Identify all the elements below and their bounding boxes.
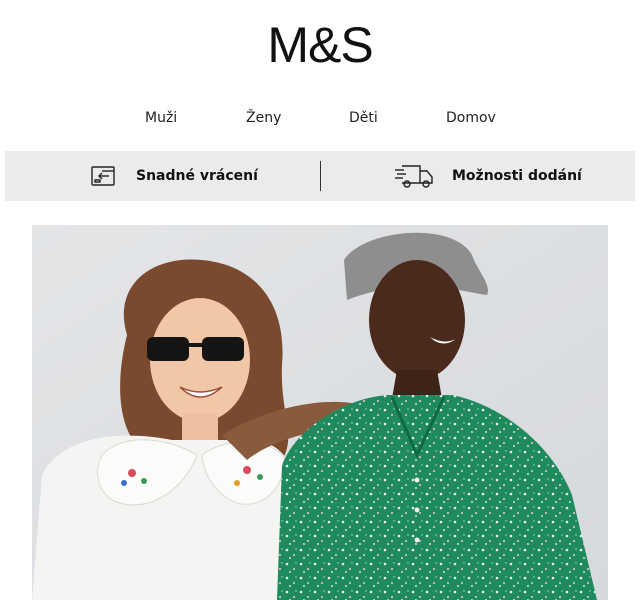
hero-image[interactable] xyxy=(32,225,608,600)
nav-item-women[interactable]: Ženy xyxy=(246,106,281,130)
easy-returns-label: Snadné vrácení xyxy=(136,168,258,184)
brand-logo[interactable]: M&S xyxy=(0,14,640,76)
return-box-icon xyxy=(90,162,118,190)
two-women-smiling-photo xyxy=(32,225,608,600)
nav-item-home[interactable]: Domov xyxy=(446,106,496,130)
nav-item-kids[interactable]: Děti xyxy=(349,106,378,130)
delivery-options-label: Možnosti dodání xyxy=(452,168,582,184)
service-bar: Snadné vrácení Možnosti dodání xyxy=(5,151,635,201)
nav-item-men[interactable]: Muži xyxy=(145,106,177,130)
delivery-options-link[interactable]: Možnosti dodání xyxy=(394,151,582,201)
easy-returns-link[interactable]: Snadné vrácení xyxy=(90,151,258,201)
main-nav: Muži Ženy Děti Domov xyxy=(0,106,640,130)
service-divider xyxy=(320,161,321,191)
delivery-truck-icon xyxy=(394,162,434,190)
